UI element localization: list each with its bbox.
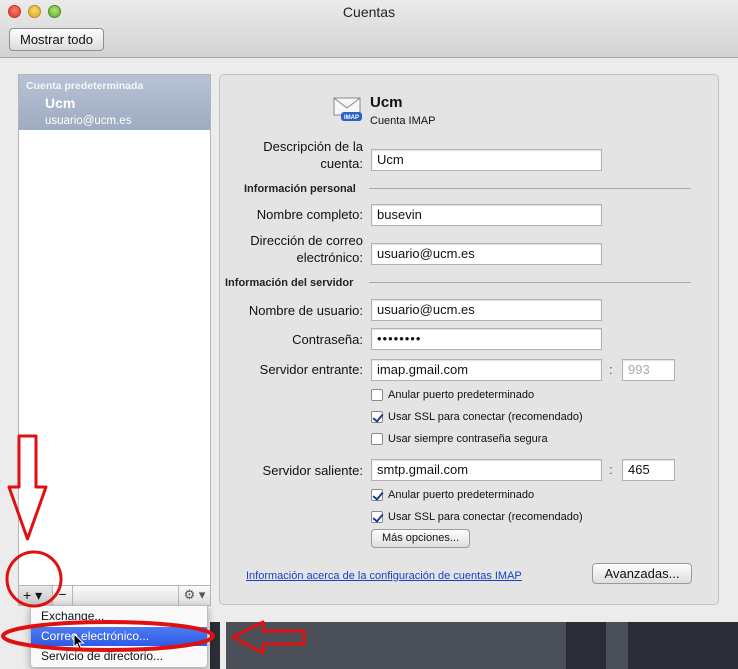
background-window [210, 622, 220, 669]
full-name-field[interactable]: busevin [371, 204, 602, 226]
account-email: usuario@ucm.es [45, 115, 132, 127]
account-list-toolbar: + ▾ − ⚙ ▾ [18, 585, 211, 606]
checkbox-box[interactable] [371, 389, 383, 401]
account-header-type: Cuenta IMAP [370, 115, 436, 127]
checkbox-box[interactable] [371, 511, 383, 523]
username-field[interactable]: usuario@ucm.es [371, 299, 602, 321]
account-header-name: Ucm [370, 94, 403, 111]
advanced-button[interactable]: Avanzadas... [592, 563, 692, 584]
mail-envelope-icon: IMAP [333, 97, 362, 121]
divider [369, 188, 691, 189]
secure-password-checkbox[interactable]: Usar siempre contraseña segura [371, 431, 548, 447]
incoming-server-field[interactable]: imap.gmail.com [371, 359, 602, 381]
checkbox-label: Usar siempre contraseña segura [388, 433, 548, 445]
checkbox-box[interactable] [371, 433, 383, 445]
server-info-heading: Información del servidor [225, 277, 354, 289]
checkbox-label: Usar SSL para conectar (recomendado) [388, 411, 583, 423]
account-list[interactable]: Cuenta predeterminada Ucm usuario@ucm.es [18, 74, 211, 586]
incoming-port-field[interactable]: 993 [622, 359, 675, 381]
checkbox-label: Anular puerto predeterminado [388, 389, 535, 401]
username-label: Nombre de usuario: [248, 303, 363, 318]
port-separator: : [609, 462, 613, 477]
svg-text:IMAP: IMAP [344, 115, 359, 121]
background-window [606, 622, 628, 669]
description-label: Descripción de la cuenta: [263, 139, 363, 171]
personal-info-heading: Información personal [244, 183, 356, 195]
account-section-header: Cuenta predeterminada [26, 80, 144, 92]
menu-item-email[interactable]: Correo electrónico... [31, 627, 207, 646]
background-window [226, 622, 566, 669]
remove-account-button[interactable]: − [53, 586, 73, 605]
imap-info-link[interactable]: Información acerca de la configuración d… [246, 570, 522, 582]
email-address-field[interactable]: usuario@ucm.es [371, 243, 602, 265]
outgoing-port-field[interactable]: 465 [622, 459, 675, 481]
account-list-item[interactable]: Cuenta predeterminada Ucm usuario@ucm.es [19, 75, 210, 130]
background-window [566, 622, 606, 669]
gear-menu-button[interactable]: ⚙ ▾ [178, 586, 210, 605]
email-address-label: Dirección de correo electrónico: [250, 233, 363, 265]
account-name: Ucm [45, 95, 76, 111]
password-field[interactable]: •••••••• [371, 328, 602, 350]
incoming-override-port-checkbox[interactable]: Anular puerto predeterminado [371, 387, 534, 403]
add-account-button[interactable]: + ▾ [19, 586, 53, 605]
divider [369, 282, 691, 283]
description-field[interactable]: Ucm [371, 149, 602, 171]
outgoing-server-label: Servidor saliente: [262, 463, 363, 478]
checkbox-box[interactable] [371, 411, 383, 423]
port-separator: : [609, 362, 613, 377]
checkbox-label: Usar SSL para conectar (recomendado) [388, 511, 583, 523]
outgoing-server-field[interactable]: smtp.gmail.com [371, 459, 602, 481]
add-account-menu: Exchange... Correo electrónico... Servic… [30, 605, 208, 668]
checkbox-box[interactable] [371, 489, 383, 501]
show-all-button[interactable]: Mostrar todo [9, 28, 104, 51]
checkbox-label: Anular puerto predeterminado [388, 489, 535, 501]
more-options-button[interactable]: Más opciones... [371, 529, 470, 548]
menu-item-exchange[interactable]: Exchange... [31, 607, 207, 626]
outgoing-override-port-checkbox[interactable]: Anular puerto predeterminado [371, 487, 534, 503]
full-name-label: Nombre completo: [256, 207, 363, 222]
password-label: Contraseña: [292, 332, 363, 347]
menu-item-directory-service[interactable]: Servicio de directorio... [31, 647, 207, 666]
incoming-server-label: Servidor entrante: [259, 362, 363, 377]
outgoing-use-ssl-checkbox[interactable]: Usar SSL para conectar (recomendado) [371, 509, 583, 525]
background-window [628, 622, 738, 669]
title-bar: Cuentas Mostrar todo [0, 0, 738, 58]
incoming-use-ssl-checkbox[interactable]: Usar SSL para conectar (recomendado) [371, 409, 583, 425]
window-title: Cuentas [342, 4, 396, 20]
